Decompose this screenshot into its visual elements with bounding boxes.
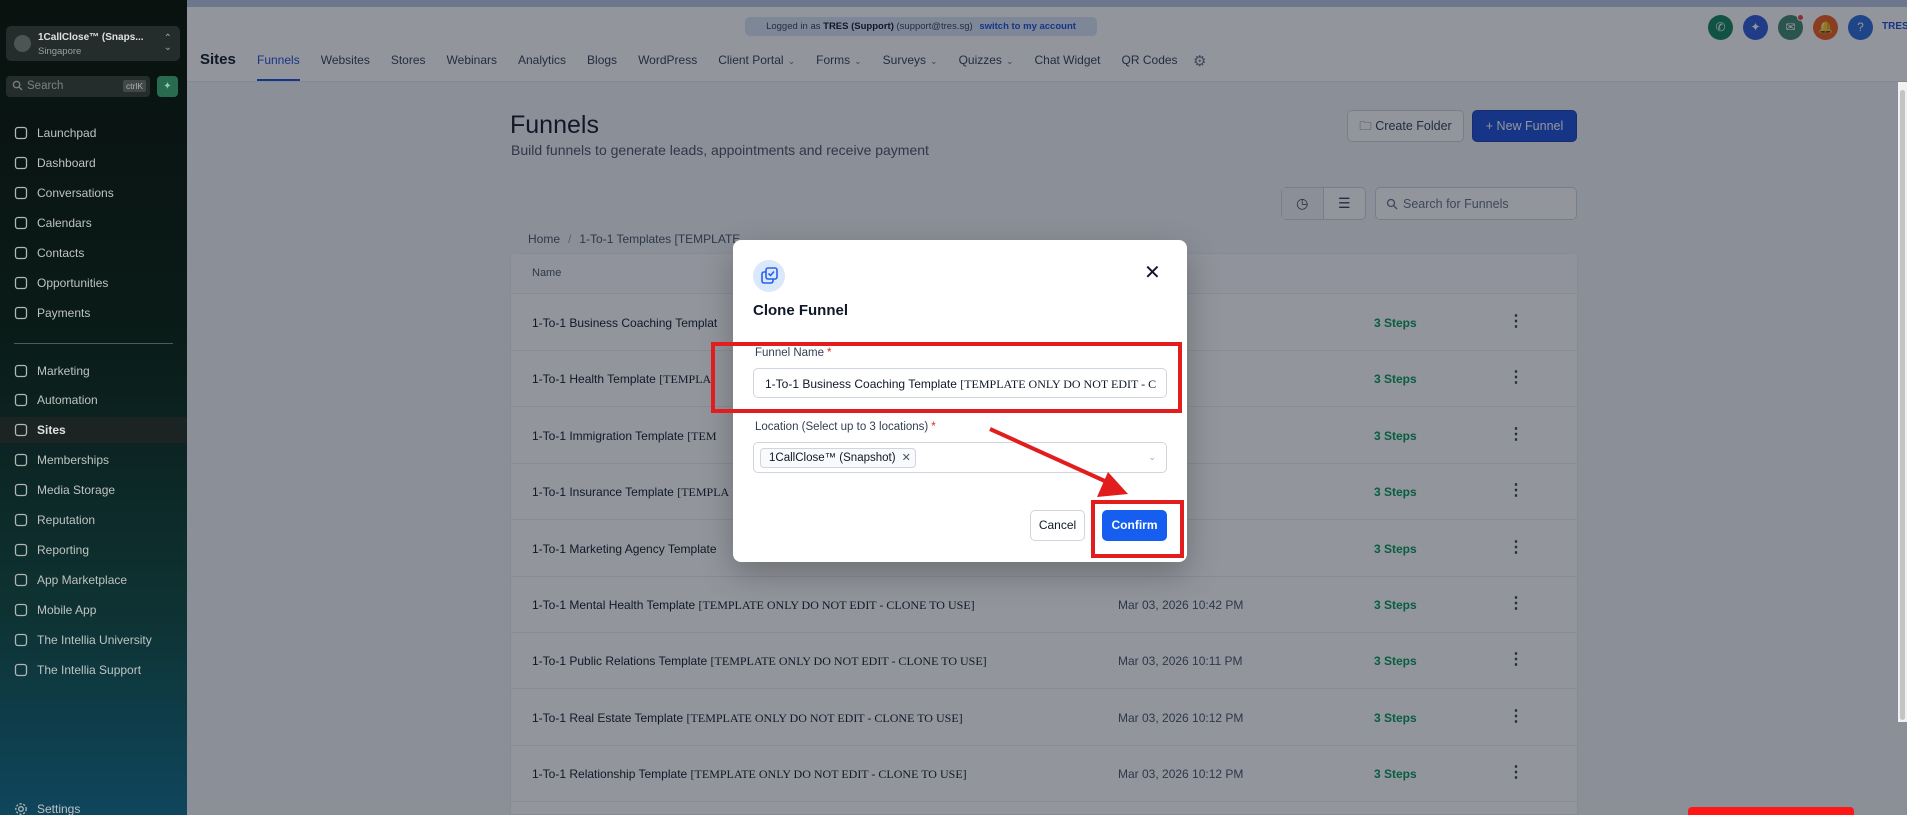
scrollbar-thumb[interactable] <box>1900 90 1905 720</box>
page-scrollbar[interactable] <box>1898 82 1907 722</box>
annotation-arrow <box>989 427 1128 497</box>
bottom-annotation-bar <box>1688 807 1854 815</box>
